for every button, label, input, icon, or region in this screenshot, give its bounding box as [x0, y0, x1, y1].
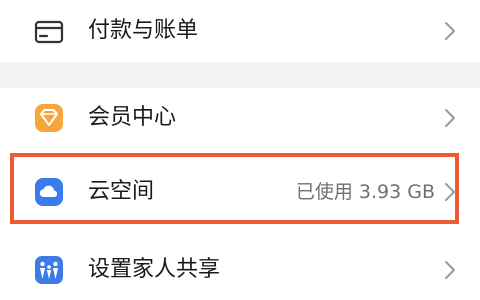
highlight-box [10, 153, 459, 224]
chevron-right-icon [443, 259, 457, 281]
member-diamond-icon [34, 103, 64, 133]
settings-item-family-share[interactable]: 设置家人共享 [0, 232, 480, 300]
family-share-icon [34, 255, 64, 285]
settings-item-label: 设置家人共享 [88, 257, 221, 282]
settings-item-label: 付款与账单 [88, 18, 199, 43]
settings-item-payment[interactable]: 付款与账单 [0, 0, 480, 62]
settings-item-member[interactable]: 会员中心 [0, 88, 480, 150]
card-icon [34, 17, 64, 47]
section-divider [0, 62, 480, 88]
chevron-right-icon [443, 20, 457, 42]
settings-item-label: 会员中心 [88, 105, 177, 130]
chevron-right-icon [443, 107, 457, 129]
